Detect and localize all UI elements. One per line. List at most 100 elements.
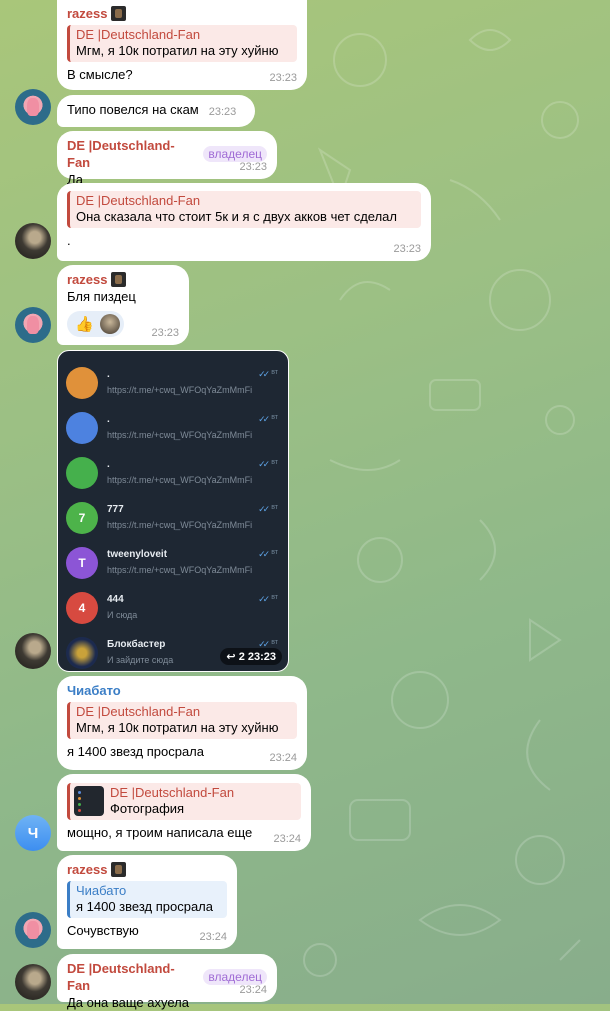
avatar-letter: Ч <box>27 824 39 842</box>
message-text: Бля пиздец <box>67 289 136 304</box>
sender-name-text[interactable]: razess <box>67 5 107 22</box>
chat-meta: ✓✓ вт <box>258 549 278 560</box>
message-time: 23:23 <box>269 72 297 84</box>
chat-time: вт <box>271 369 278 376</box>
sender-name[interactable]: Чиабато <box>67 682 297 699</box>
photo-thumbnail-icon <box>74 786 104 816</box>
reply-text: я 1400 звезд просрала <box>76 899 213 914</box>
message-text: я 1400 звезд просрала <box>67 744 204 759</box>
message-time: 23:24 <box>199 931 227 943</box>
message-bubble[interactable]: DE |Deutschland-Fan владелец Да 23:23 <box>57 131 277 187</box>
reply-sender: DE |Deutschland-Fan <box>76 193 201 208</box>
message-text: мощно, я троим написала еще <box>67 825 253 840</box>
reply-sender: Чиабато <box>76 883 127 898</box>
reply-quote[interactable]: DE |Deutschland-Fan Она сказала что стои… <box>67 191 421 228</box>
owner-badge: владелец <box>203 969 267 985</box>
message-time: 23:23 <box>393 243 421 255</box>
reply-quote[interactable]: DE |Deutschland-Fan Мгм, я 10к потратил … <box>67 702 297 739</box>
reply-quote[interactable]: Чиабато я 1400 звезд просрала <box>67 881 227 918</box>
message-text: В смысле? <box>67 67 133 82</box>
chat-list-item: . https://t.me/+cwq_WFOqYaZmMmFi ✓✓ вт <box>58 447 288 491</box>
chat-meta: ✓✓ вт <box>258 504 278 515</box>
reply-sender: DE |Deutschland-Fan <box>76 704 201 719</box>
chat-avatar <box>66 457 98 489</box>
avatar[interactable] <box>15 307 51 343</box>
chat-title: tweenyloveit <box>107 549 168 560</box>
sender-emoji <box>111 862 127 877</box>
chat-avatar <box>66 367 98 399</box>
chat-title: 444 <box>107 594 124 605</box>
reply-quote[interactable]: DE |Deutschland-Fan Фотография <box>67 783 301 820</box>
avatar[interactable]: Ч <box>15 815 51 851</box>
double-check-icon: ✓✓ <box>258 549 270 559</box>
chat-time: вт <box>271 504 278 511</box>
photo-message[interactable]: . https://t.me/+cwq_WFOqYaZmMmFi ✓✓ вт . … <box>57 350 289 672</box>
message-bubble[interactable]: DE |Deutschland-Fan Фотография мощно, я … <box>57 774 311 851</box>
sender-name[interactable]: razess <box>67 5 297 22</box>
message-bubble[interactable]: Типо повелся на скам 23:23 <box>57 95 255 127</box>
chat-subtitle: https://t.me/+cwq_WFOqYaZmMmFi <box>107 385 253 395</box>
reply-quote[interactable]: DE |Deutschland-Fan Мгм, я 10к потратил … <box>67 25 297 62</box>
sender-name-text[interactable]: DE |Deutschland-Fan <box>67 960 193 994</box>
chat-time: вт <box>271 459 278 466</box>
sender-name-text[interactable]: Чиабато <box>67 682 121 699</box>
sender-name[interactable]: razess <box>67 861 227 878</box>
chat-title: . <box>107 369 110 380</box>
double-check-icon: ✓✓ <box>258 594 270 604</box>
chat-list-item: 7 777 https://t.me/+cwq_WFOqYaZmMmFi ✓✓ в… <box>58 492 288 536</box>
message-text: Да она ваще ахуела <box>67 995 189 1010</box>
chat-title: . <box>107 459 110 470</box>
avatar[interactable] <box>15 223 51 259</box>
chat-title: Блокбастер <box>107 639 166 650</box>
chat-subtitle: И сюда <box>107 610 138 620</box>
chat-title: . <box>107 414 110 425</box>
sender-name-text[interactable]: razess <box>67 861 107 878</box>
chat-meta: ✓✓ вт <box>258 414 278 425</box>
avatar[interactable] <box>15 964 51 1000</box>
message-text: . <box>67 233 71 248</box>
thumbs-up-icon: 👍 <box>75 316 94 333</box>
sender-name-text[interactable]: razess <box>67 271 107 288</box>
sender-name[interactable]: DE |Deutschland-Fan владелец <box>67 137 267 171</box>
sender-name[interactable]: DE |Deutschland-Fan владелец <box>67 960 267 994</box>
sender-name[interactable]: razess <box>67 271 179 288</box>
chat-meta: ✓✓ вт <box>258 459 278 470</box>
chat-meta: ✓✓ вт <box>258 594 278 605</box>
double-check-icon: ✓✓ <box>258 459 270 469</box>
reply-text: Она сказала что стоит 5к и я с двух акко… <box>76 209 398 224</box>
chat-list-item: T tweenyloveit https://t.me/+cwq_WFOqYaZ… <box>58 537 288 581</box>
chat-avatar-letter: 4 <box>78 601 86 615</box>
chat-subtitle: https://t.me/+cwq_WFOqYaZmMmFi <box>107 520 253 530</box>
reaction-pill[interactable]: 👍 <box>67 311 124 337</box>
message-bubble[interactable]: razess Чиабато я 1400 звезд просрала Соч… <box>57 855 237 949</box>
chat-list-item: . https://t.me/+cwq_WFOqYaZmMmFi ✓✓ вт <box>58 357 288 401</box>
chat-subtitle: И зайдите сюда <box>107 655 174 665</box>
chat-avatar <box>66 412 98 444</box>
message-bubble[interactable]: Чиабато DE |Deutschland-Fan Мгм, я 10к п… <box>57 676 307 770</box>
owner-badge: владелец <box>203 146 267 162</box>
reply-text: Мгм, я 10к потратил на эту хуйню <box>76 43 279 58</box>
reply-sender: DE |Deutschland-Fan <box>110 785 235 800</box>
reply-arrow-icon: ↩ <box>226 651 236 663</box>
chat-title: 777 <box>107 504 124 515</box>
forward-time-badge[interactable]: ↩ 2 23:23 <box>220 648 282 665</box>
message-bubble[interactable]: razess Бля пиздец 👍 23:23 <box>57 265 189 345</box>
chat-meta: ✓✓ вт <box>258 369 278 380</box>
chat-subtitle: https://t.me/+cwq_WFOqYaZmMmFi <box>107 430 253 440</box>
avatar[interactable] <box>15 912 51 948</box>
chat-time: вт <box>271 414 278 421</box>
chat-avatar: 7 <box>66 502 98 534</box>
avatar[interactable] <box>15 633 51 669</box>
chat-subtitle: https://t.me/+cwq_WFOqYaZmMmFi <box>107 475 253 485</box>
message-bubble[interactable]: DE |Deutschland-Fan владелец Да она ваще… <box>57 954 277 1010</box>
message-bubble[interactable]: DE |Deutschland-Fan Она сказала что стои… <box>57 183 431 261</box>
message-time: 23:24 <box>239 984 267 996</box>
message-text: Типо повелся на скам <box>67 102 199 117</box>
sender-name-text[interactable]: DE |Deutschland-Fan <box>67 137 193 171</box>
avatar[interactable] <box>15 89 51 125</box>
message-bubble[interactable]: razess DE |Deutschland-Fan Мгм, я 10к по… <box>57 0 307 90</box>
chat-avatar-letter: T <box>78 556 86 570</box>
forward-time: 2 23:23 <box>238 651 276 663</box>
reply-sender: DE |Deutschland-Fan <box>76 27 201 42</box>
chat-list-item: 4 444 И сюда ✓✓ вт <box>58 582 288 626</box>
